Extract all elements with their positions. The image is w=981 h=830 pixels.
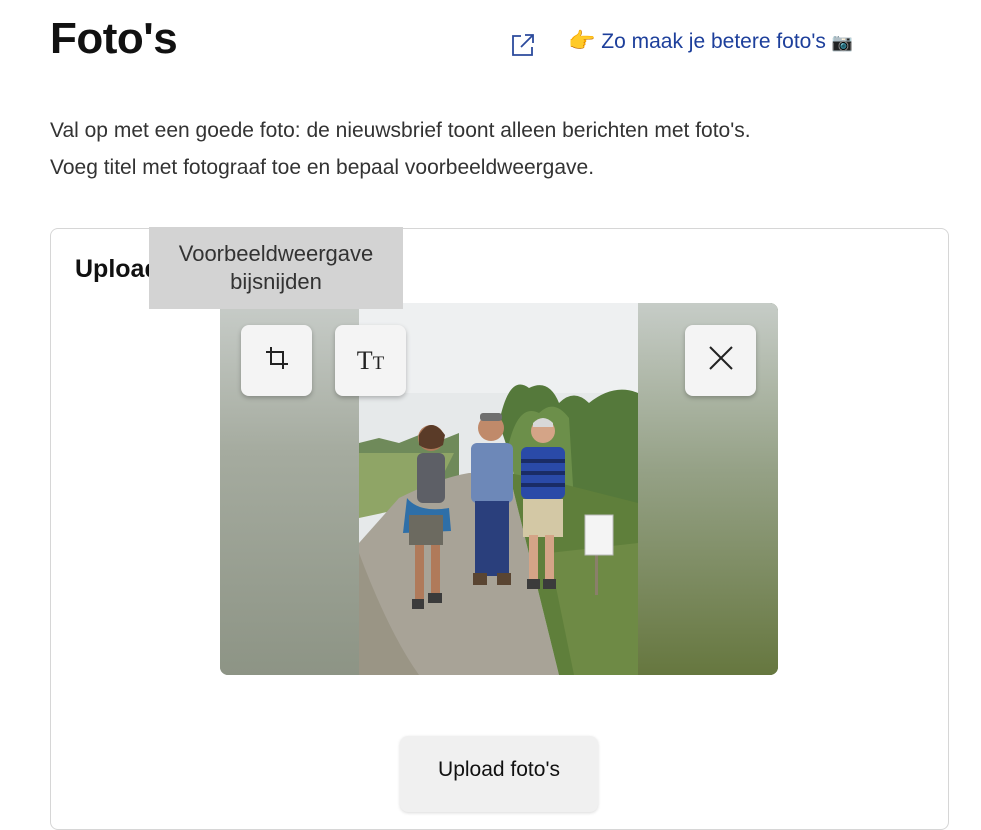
upload-photos-button[interactable]: Upload foto's	[400, 736, 598, 812]
upload-card-heading: Upload	[75, 255, 160, 283]
photo-preview: TT	[220, 303, 778, 675]
text-size-button[interactable]: TT	[335, 325, 406, 396]
tooltip-line-1: Voorbeeldweergave	[178, 241, 374, 266]
pointing-hand-icon: 👉	[568, 28, 596, 53]
photo-tips-link[interactable]: 👉 Zo maak je betere foto's 📷	[568, 28, 853, 54]
tooltip-line-2: bijsnijden	[230, 269, 322, 294]
remove-photo-button[interactable]	[685, 325, 756, 396]
crop-icon	[263, 344, 291, 377]
photo-tips-label: Zo maak je betere foto's	[601, 30, 826, 53]
page-title: Foto's	[50, 14, 178, 63]
camera-icon: 📷	[831, 33, 853, 52]
intro-line-1: Val op met een goede foto: de nieuwsbrie…	[50, 119, 751, 142]
crop-tooltip: Voorbeeldweergave bijsnijden	[149, 227, 403, 309]
close-icon	[707, 344, 735, 377]
external-link-icon[interactable]	[508, 30, 538, 60]
intro-text: Val op met een goede foto: de nieuwsbrie…	[50, 112, 930, 186]
text-size-icon: TT	[356, 345, 385, 375]
crop-button[interactable]	[241, 325, 312, 396]
intro-line-2: Voeg titel met fotograaf toe en bepaal v…	[50, 156, 595, 179]
